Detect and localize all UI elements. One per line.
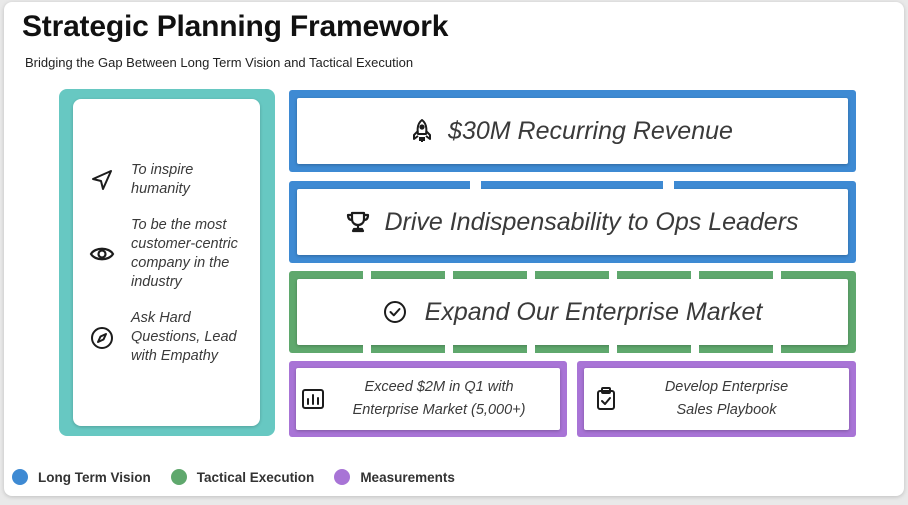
eye-icon: [73, 244, 131, 264]
measurement-box: Develop Enterprise Sales Playbook: [584, 368, 849, 430]
band-notch: [609, 344, 617, 356]
indispensability-band: Drive Indispensability to Ops Leaders: [289, 181, 856, 263]
band-notch: [527, 268, 535, 280]
mission-item-empathy: Ask Hard Questions, Lead with Empathy: [73, 309, 260, 366]
measurement-band-2: Develop Enterprise Sales Playbook: [577, 361, 856, 437]
band-notch: [445, 344, 453, 356]
legend-dot: [12, 469, 28, 485]
revenue-band: $30M Recurring Revenue: [289, 90, 856, 172]
indispensability-box: Drive Indispensability to Ops Leaders: [297, 189, 848, 255]
enterprise-box: Expand Our Enterprise Market: [297, 279, 848, 345]
band-notch: [773, 268, 781, 280]
band-notch: [445, 268, 453, 280]
measurement-box: Exceed $2M in Q1 with Enterprise Market …: [296, 368, 560, 430]
revenue-box: $30M Recurring Revenue: [297, 98, 848, 164]
band-notch: [691, 344, 699, 356]
enterprise-band: Expand Our Enterprise Market: [289, 271, 856, 353]
band-notch: [527, 344, 535, 356]
revenue-text: $30M Recurring Revenue: [448, 116, 733, 145]
band-notch: [691, 268, 699, 280]
mission-inner: To inspire humanity To be the most custo…: [73, 99, 260, 426]
legend-label: Measurements: [360, 469, 455, 485]
measurement-line: Exceed $2M in Q1 with: [364, 379, 514, 395]
legend-item-execution: Tactical Execution: [170, 469, 315, 485]
legend-item-measurements: Measurements: [334, 469, 455, 485]
mission-panel: To inspire humanity To be the most custo…: [59, 89, 275, 436]
mission-text: To be the most customer-centric company …: [131, 217, 238, 290]
send-icon: [73, 168, 131, 192]
measurement-band-1: Exceed $2M in Q1 with Enterprise Market …: [289, 361, 567, 437]
indispensability-text: Drive Indispensability to Ops Leaders: [384, 207, 799, 236]
measurement-line: Develop Enterprise: [664, 379, 789, 395]
legend-label: Long Term Vision: [38, 469, 151, 485]
mission-item-inspire: To inspire humanity: [73, 161, 260, 199]
legend-dot: [334, 469, 351, 485]
check-circle-icon: [383, 300, 407, 324]
clipboard-check-icon: [596, 387, 616, 411]
mission-text: Ask Hard Questions, Lead with Empathy: [131, 310, 237, 364]
legend-dot: [170, 469, 187, 485]
enterprise-text: Expand Our Enterprise Market: [424, 297, 763, 326]
mission-text: To inspire humanity: [131, 162, 194, 197]
rocket-icon: [412, 119, 432, 143]
band-notch: [363, 268, 371, 280]
page-subtitle: Bridging the Gap Between Long Term Visio…: [25, 55, 414, 70]
band-notch: [609, 268, 617, 280]
measurement-line: Sales Playbook: [676, 402, 777, 418]
legend-label: Tactical Execution: [196, 469, 315, 485]
measurement-text: Exceed $2M in Q1 with Enterprise Market …: [332, 376, 546, 422]
band-notch: [773, 344, 781, 356]
legend: Long Term Vision Tactical Execution Meas…: [12, 469, 475, 485]
band-notch: [363, 344, 371, 356]
measurement-text: Develop Enterprise Sales Playbook: [624, 376, 829, 422]
mission-item-customer: To be the most customer-centric company …: [73, 216, 260, 292]
trophy-icon: [346, 210, 370, 234]
measurement-line: Enterprise Market (5,000+): [352, 402, 526, 418]
band-notch: [663, 178, 674, 190]
bar-chart-icon: [302, 389, 324, 409]
page-title: Strategic Planning Framework: [22, 10, 449, 43]
compass-icon: [73, 326, 131, 350]
band-notch: [470, 178, 481, 190]
legend-item-vision: Long Term Vision: [12, 469, 151, 485]
